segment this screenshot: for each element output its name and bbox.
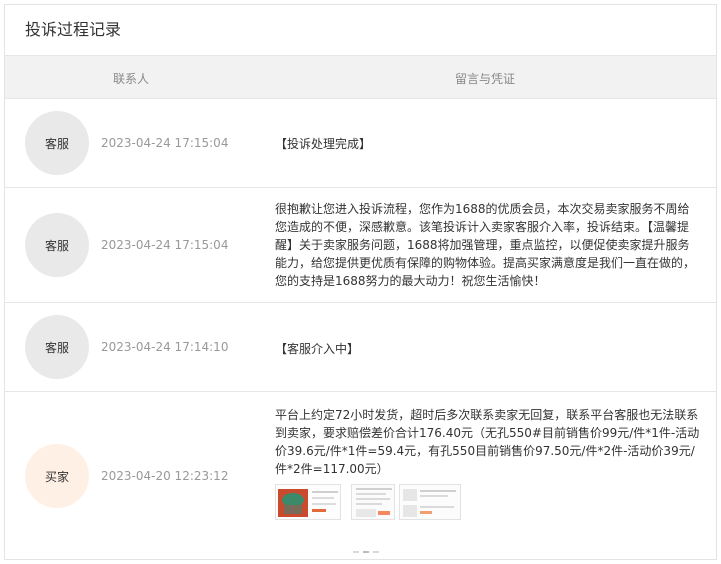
table-row: 客服 2023-04-24 17:15:04 很抱歉让您进入投诉流程，您作为16… xyxy=(5,188,716,303)
complaint-record-panel: 投诉过程记录 联系人 留言与凭证 客服 2023-04-24 17:15:04 … xyxy=(4,4,717,560)
table-row: 客服 2023-04-24 17:15:04 【投诉处理完成】 xyxy=(5,99,716,188)
page-title: 投诉过程记录 xyxy=(25,20,122,39)
record-message: 很抱歉让您进入投诉流程，您作为1688的优质会员，本次交易卖家服务不周给您造成的… xyxy=(275,202,696,288)
table-row: 买家 2023-04-20 12:23:12 平台上约定72小时发货，超时后多次… xyxy=(5,392,716,559)
avatar: 客服 xyxy=(25,213,89,277)
table-header: 联系人 留言与凭证 xyxy=(5,55,716,99)
evidence-image[interactable] xyxy=(351,484,395,520)
evidence-image[interactable] xyxy=(399,484,461,520)
avatar: 买家 xyxy=(25,444,89,508)
record-time: 2023-04-24 17:14:10 xyxy=(101,340,229,354)
table-row: 客服 2023-04-24 17:14:10 【客服介入中】 xyxy=(5,303,716,392)
record-time: 2023-04-24 17:15:04 xyxy=(101,136,229,150)
column-contact: 联系人 xyxy=(113,72,150,86)
record-message: 【客服介入中】 xyxy=(275,342,360,356)
record-message: 平台上约定72小时发货，超时后多次联系卖家无回复，联系平台客服也无法联系到卖家，… xyxy=(275,408,700,476)
record-message: 【投诉处理完成】 xyxy=(275,137,372,151)
record-time: 2023-04-24 17:15:04 xyxy=(101,238,229,252)
avatar: 客服 xyxy=(25,111,89,175)
pagination-dots xyxy=(353,540,383,559)
avatar: 客服 xyxy=(25,315,89,379)
evidence-image[interactable] xyxy=(275,484,341,520)
column-message: 留言与凭证 xyxy=(455,72,516,86)
record-time: 2023-04-20 12:23:12 xyxy=(101,469,229,483)
